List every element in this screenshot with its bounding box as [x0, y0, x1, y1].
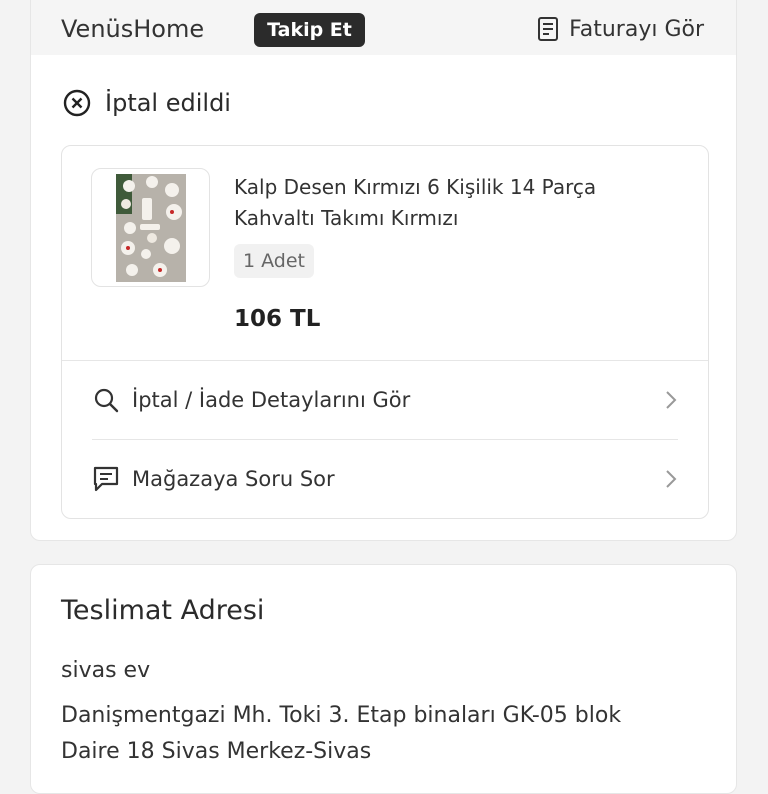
document-icon: [538, 17, 559, 41]
product-price: 106 TL: [234, 306, 321, 332]
quantity-badge: 1 Adet: [234, 244, 314, 278]
follow-button[interactable]: Takip Et: [254, 13, 365, 47]
store-header: VenüsHome Takip Et Faturayı Gör: [31, 0, 736, 55]
chevron-right-icon: [666, 470, 677, 488]
message-icon: [93, 466, 119, 492]
invoice-label: Faturayı Gör: [569, 16, 704, 42]
cancel-return-details-label: İptal / İade Detaylarını Gör: [132, 388, 411, 412]
divider: [62, 360, 708, 361]
invoice-link[interactable]: Faturayı Gör: [537, 16, 704, 42]
ask-store-row[interactable]: Mağazaya Soru Sor: [92, 441, 678, 517]
store-name[interactable]: VenüsHome: [61, 15, 204, 43]
delivery-address-title: Teslimat Adresi: [61, 595, 265, 626]
cancel-return-details-row[interactable]: İptal / İade Detaylarını Gör: [92, 362, 678, 438]
order-card: VenüsHome Takip Et Faturayı Gör İptal ed…: [30, 0, 737, 541]
product-title[interactable]: Kalp Desen Kırmızı 6 Kişilik 14 Parça Ka…: [234, 172, 644, 234]
address-name: sivas ev: [61, 658, 151, 683]
divider: [92, 439, 678, 440]
address-line-1: Danişmentgazi Mh. Toki 3. Etap binaları …: [61, 703, 622, 728]
search-icon: [94, 388, 119, 413]
chevron-right-icon: [666, 391, 677, 409]
product-photo: [115, 173, 186, 282]
product-image[interactable]: [91, 168, 210, 287]
ask-store-label: Mağazaya Soru Sor: [132, 467, 335, 491]
address-line-2: Daire 18 Sivas Merkez-Sivas: [61, 739, 372, 764]
order-item: Kalp Desen Kırmızı 6 Kişilik 14 Parça Ka…: [61, 145, 709, 519]
status-label: İptal edildi: [105, 89, 231, 117]
cancel-circle-icon: [63, 89, 91, 117]
order-status: İptal edildi: [63, 89, 231, 117]
delivery-address-card: Teslimat Adresi sivas ev Danişmentgazi M…: [30, 564, 737, 794]
